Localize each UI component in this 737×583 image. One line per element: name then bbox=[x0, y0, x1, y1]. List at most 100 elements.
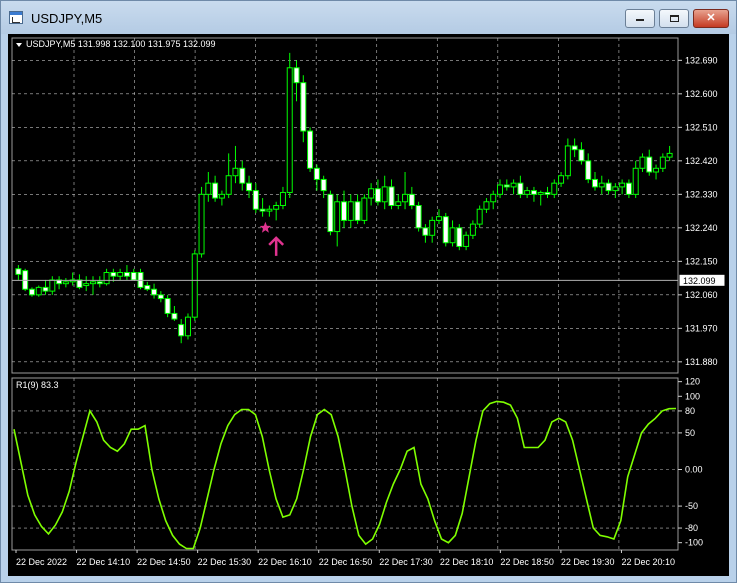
candle-body bbox=[246, 182, 253, 192]
price-tick-label: 132.600 bbox=[685, 89, 718, 99]
candle-body bbox=[490, 193, 497, 203]
candle-body bbox=[205, 182, 212, 195]
price-tick-label: 131.880 bbox=[685, 357, 718, 367]
maximize-icon bbox=[669, 14, 679, 22]
arrow-up-icon bbox=[268, 236, 285, 256]
candle-body bbox=[558, 175, 565, 184]
candle-body bbox=[42, 286, 49, 292]
candle-body bbox=[646, 156, 653, 173]
candle-body bbox=[564, 145, 571, 177]
star-icon bbox=[259, 221, 272, 233]
time-tick-label: 22 Dec 2022 bbox=[16, 557, 67, 567]
candle-body bbox=[157, 294, 164, 300]
candle-body bbox=[374, 188, 381, 203]
oscillator-line bbox=[13, 400, 677, 550]
chart-window-icon bbox=[9, 11, 23, 24]
candle-body bbox=[666, 152, 673, 158]
candle-body bbox=[225, 175, 232, 195]
close-button[interactable]: ✕ bbox=[693, 9, 729, 28]
candle-body bbox=[184, 316, 191, 337]
candle-body bbox=[449, 227, 456, 244]
candle-body bbox=[341, 201, 347, 221]
candle-body bbox=[395, 201, 402, 206]
candle-body bbox=[62, 281, 69, 285]
candle-body bbox=[239, 167, 246, 184]
price-tick-label: 132.330 bbox=[685, 189, 718, 199]
time-tick-label: 22 Dec 18:50 bbox=[500, 557, 554, 567]
time-tick-label: 22 Dec 19:30 bbox=[561, 557, 615, 567]
candle-body bbox=[497, 184, 504, 195]
candle-body bbox=[151, 288, 158, 296]
candle-body bbox=[517, 182, 524, 195]
candle-body bbox=[279, 191, 286, 207]
candle-body bbox=[578, 149, 585, 162]
candle-body bbox=[171, 312, 178, 320]
candle-body bbox=[537, 191, 544, 195]
time-tick-label: 22 Dec 15:30 bbox=[198, 557, 252, 567]
candle-body bbox=[544, 191, 551, 195]
maximize-button[interactable] bbox=[659, 9, 689, 28]
candle-body bbox=[293, 67, 300, 84]
candle-body bbox=[35, 286, 42, 296]
chart-area[interactable]: 132.690 132.600 132.510 132.420 132.330 132.2… bbox=[8, 34, 729, 576]
price-tick-label: 132.150 bbox=[685, 256, 718, 266]
candle-body bbox=[130, 272, 137, 281]
time-tick-label: 22 Dec 14:10 bbox=[77, 557, 131, 567]
candle-body bbox=[327, 193, 334, 233]
candle-body bbox=[164, 298, 171, 314]
price-panel-header: USDJPY,M5 131.998 132.100 131.975 132.09… bbox=[26, 39, 215, 49]
candle-body bbox=[368, 188, 375, 199]
candle-body bbox=[429, 219, 436, 236]
candle-body bbox=[524, 190, 531, 195]
candle-body bbox=[585, 160, 592, 180]
osc-tick-label: 0.00 bbox=[685, 464, 703, 474]
candle-body bbox=[632, 167, 639, 195]
candle-body bbox=[381, 186, 388, 203]
candle-body bbox=[259, 208, 266, 212]
close-icon: ✕ bbox=[706, 12, 716, 24]
time-tick-label: 22 Dec 17:30 bbox=[379, 557, 433, 567]
price-tick-label: 132.510 bbox=[685, 122, 718, 132]
candle-body bbox=[307, 130, 314, 169]
candle-body bbox=[83, 283, 90, 287]
candle-body bbox=[90, 281, 97, 285]
triangle-down-icon[interactable] bbox=[16, 43, 22, 47]
candle-body bbox=[408, 193, 415, 206]
candle-body bbox=[232, 167, 239, 177]
candle-body bbox=[320, 178, 327, 192]
chart-window: USDJPY,M5 ✕ 132.690 132.600 132.510 132.420… bbox=[0, 0, 737, 583]
title-bar[interactable]: USDJPY,M5 ✕ bbox=[1, 1, 736, 34]
price-tick-label: 132.420 bbox=[685, 156, 718, 166]
candle-body bbox=[273, 205, 280, 210]
candle-body bbox=[625, 182, 632, 195]
time-tick-label: 22 Dec 16:50 bbox=[319, 557, 373, 567]
candle-body bbox=[354, 201, 361, 221]
candle-body bbox=[28, 288, 35, 296]
candle-body bbox=[598, 182, 605, 188]
candle-body bbox=[103, 272, 110, 285]
candle-body bbox=[144, 285, 151, 290]
candle-body bbox=[530, 190, 537, 195]
osc-tick-label: 120 bbox=[685, 377, 700, 387]
price-tick-label: 132.690 bbox=[685, 55, 718, 65]
candle-body bbox=[123, 272, 130, 277]
osc-tick-label: -100 bbox=[685, 538, 703, 548]
minimize-button[interactable] bbox=[625, 9, 655, 28]
candle-body bbox=[334, 201, 341, 233]
candle-body bbox=[619, 182, 626, 188]
candle-body bbox=[476, 208, 483, 225]
candle-body bbox=[415, 205, 422, 229]
osc-tick-label: 100 bbox=[685, 391, 700, 401]
candle-body bbox=[653, 167, 660, 173]
chart-canvas[interactable]: 132.690 132.600 132.510 132.420 132.330 132.2… bbox=[8, 34, 729, 576]
price-tick-label: 132.060 bbox=[685, 290, 718, 300]
candle-body bbox=[456, 227, 463, 247]
time-tick-label: 22 Dec 16:10 bbox=[258, 557, 312, 567]
time-tick-label: 22 Dec 20:10 bbox=[621, 557, 675, 567]
candle-body bbox=[551, 182, 558, 195]
candle-body bbox=[571, 145, 578, 151]
candle-body bbox=[435, 216, 442, 221]
candle-body bbox=[422, 227, 429, 236]
candle-body bbox=[286, 67, 293, 193]
minimize-icon bbox=[636, 19, 644, 22]
